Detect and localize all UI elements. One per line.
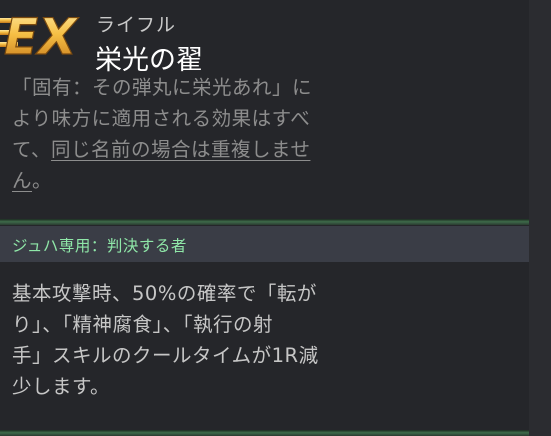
description-line: て、同じ名前の場合は重複しませ [12,134,522,165]
svg-text:EX: EX [4,8,79,64]
item-type-label: ライフル [96,14,177,36]
item-description: 「固有：その弾丸に栄光あれ」に より味方に適用される効果はすべ て、同じ名前の場… [12,72,522,196]
exclusive-line: 基本攻撃時、50%の確率で「転が [12,282,317,305]
description-line: ん。 [12,165,522,196]
description-fragment-underlined: 同じ名前の場合は重複しませ [51,138,311,161]
section-divider [0,219,529,225]
description-line: より味方に適用される効果はすべ [12,107,311,130]
description-line: 「固有：その弾丸に栄光あれ」に [12,76,313,99]
item-tooltip-panel: EX ライフル 栄光の翟 「固有：その弾丸に栄光あれ」に より味方に適用される効… [0,0,529,436]
description-fragment: 。 [32,169,53,192]
exclusive-line: 少します。 [12,375,111,398]
description-fragment: て、 [12,138,52,161]
exclusive-description: 基本攻撃時、50%の確率で「転が り」、「精神腐食」、「執行の射 手」スキルのク… [12,278,522,402]
section-divider-bottom [0,430,529,436]
ex-grade-icon: EX [0,7,80,64]
exclusive-header-bar: ジュハ専用：判決する者 [0,226,529,262]
exclusive-label: ジュハ専用：判決する者 [12,237,187,255]
exclusive-line: り」、「精神腐食」、「執行の射 [12,313,274,336]
scroll-edge [529,0,551,436]
description-fragment-underlined: ん [12,169,33,192]
exclusive-line: 手」スキルのクールタイムが1R減 [12,344,319,367]
